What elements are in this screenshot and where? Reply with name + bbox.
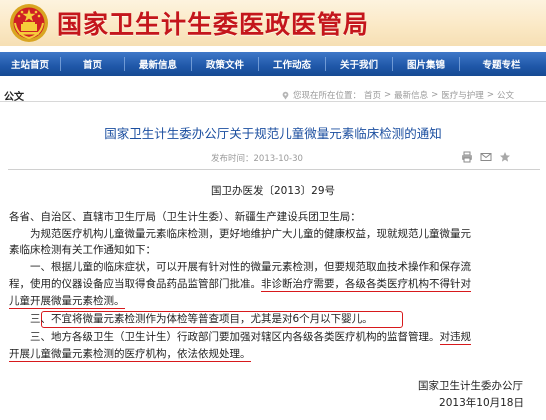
nav-separator: [459, 57, 460, 71]
breadcrumb-bar: 公文 您现在所在位置： 首页 > 最新信息 > 医疗与护理 > 公文: [0, 86, 546, 103]
item-one-line-3: 儿童开展微量元素检测。: [9, 295, 125, 309]
item-two: 三、不宜将微量元素检测作为体检等普查项目，尤其是对6个月以下婴儿。: [30, 313, 373, 326]
article-meta: 发布时间：2013-10-30: [0, 151, 546, 165]
nav-gallery[interactable]: 图片集锦: [393, 57, 459, 71]
nav-about[interactable]: 关于我们: [326, 57, 392, 71]
breadcrumb-separator: >: [486, 90, 494, 100]
document-number: 国卫办医发〔2013〕29号: [210, 185, 336, 197]
highlighted-penalty-end: 开展儿童微量元素检测的医疗机构，依法依规处理。: [9, 348, 251, 362]
highlighted-penalty: 对违规: [439, 331, 471, 345]
item-one-line-1: 一、根据儿童的临床症状，可以开展有针对性的微量元素检测，但要规范取血技术操作和保…: [30, 261, 471, 273]
intro-line-2: 素临床检测有关工作通知如下：: [9, 244, 156, 256]
item-three-line-1: 三、地方各级卫生（卫生计生）行政部门要加强对辖区内各级各类医疗机构的监督管理。对…: [30, 331, 471, 345]
nav-separator: [124, 57, 125, 71]
intro-line-1: 为规范医疗机构儿童微量元素临床检测，更好地维护广大儿童的健康权益，现就规范儿童微…: [30, 228, 471, 240]
section-label: 公文: [4, 92, 24, 103]
highlighted-requirement: 非诊断治疗需要，各级各类医疗机构不得针对: [261, 278, 471, 292]
article-title: 国家卫生计生委办公厅关于规范儿童微量元素临床检测的通知: [104, 126, 442, 141]
item-three-line-2: 开展儿童微量元素检测的医疗机构，依法依规处理。: [9, 348, 251, 362]
highlighted-requirement-end: 儿童开展微量元素检测。: [9, 295, 125, 309]
nav-work-news[interactable]: 工作动态: [259, 57, 325, 71]
email-icon[interactable]: [480, 151, 492, 163]
publish-date: 发布时间：2013-10-30: [211, 154, 303, 164]
title-divider: [8, 169, 540, 170]
sign-date: 2013年10月18日: [439, 397, 524, 409]
nav-separator: [325, 57, 326, 71]
nav-topics[interactable]: 专题专栏: [460, 57, 543, 71]
nav-separator: [191, 57, 192, 71]
item-one-line-2: 程，使用的仪器设备应当取得食品药品监管部门批准。非诊断治疗需要，各级各类医疗机构…: [9, 278, 471, 292]
nav-separator: [392, 57, 393, 71]
print-icon[interactable]: [461, 151, 473, 163]
breadcrumb-prefix: 您现在所在位置：: [293, 91, 362, 101]
item-three-text: 三、地方各级卫生（卫生计生）行政部门要加强对辖区内各级各类医疗机构的监督管理。: [30, 331, 440, 343]
nav-latest[interactable]: 最新信息: [125, 57, 191, 71]
location-pin-icon: [282, 91, 289, 100]
nav-policy[interactable]: 政策文件: [192, 57, 258, 71]
breadcrumb-item-home[interactable]: 首页: [364, 89, 381, 101]
item-one-line-2-text: 程，使用的仪器设备应当取得食品药品监管部门批准。: [9, 278, 261, 290]
nav-home-main[interactable]: 主站首页: [0, 57, 60, 71]
breadcrumb-item-medical[interactable]: 医疗与护理: [441, 89, 484, 101]
breadcrumb: 您现在所在位置： 首页 > 最新信息 > 医疗与护理 > 公文: [281, 89, 514, 101]
article-tools: [461, 151, 511, 163]
signature: 国家卫生计生委办公厅: [418, 380, 523, 392]
breadcrumb-item-docs[interactable]: 公文: [497, 89, 514, 101]
breadcrumb-separator: >: [384, 90, 392, 100]
breadcrumb-item-latest[interactable]: 最新信息: [394, 89, 428, 101]
site-title: 国家卫生计生委医政医管局: [57, 10, 370, 39]
addressee: 各省、自治区、直辖市卫生厅局（卫生计生委）、新疆生产建设兵团卫生局：: [9, 211, 361, 223]
breadcrumb-separator: >: [431, 90, 439, 100]
nav-separator: [60, 57, 61, 71]
nav-home[interactable]: 首页: [61, 57, 124, 71]
item-two-text: 三、不宜将微量元素检测作为体检等普查项目，: [30, 313, 251, 325]
main-nav: 主站首页 首页 最新信息 政策文件 工作动态 关于我们 图片集锦 专题专栏: [0, 52, 546, 76]
favorite-icon[interactable]: [499, 151, 511, 163]
item-two-text-end: 尤其是对6个月以下婴儿。: [250, 313, 373, 325]
site-header: 国家卫生计生委医政医管局: [0, 0, 546, 46]
national-emblem-icon: [10, 4, 48, 42]
nav-separator: [258, 57, 259, 71]
